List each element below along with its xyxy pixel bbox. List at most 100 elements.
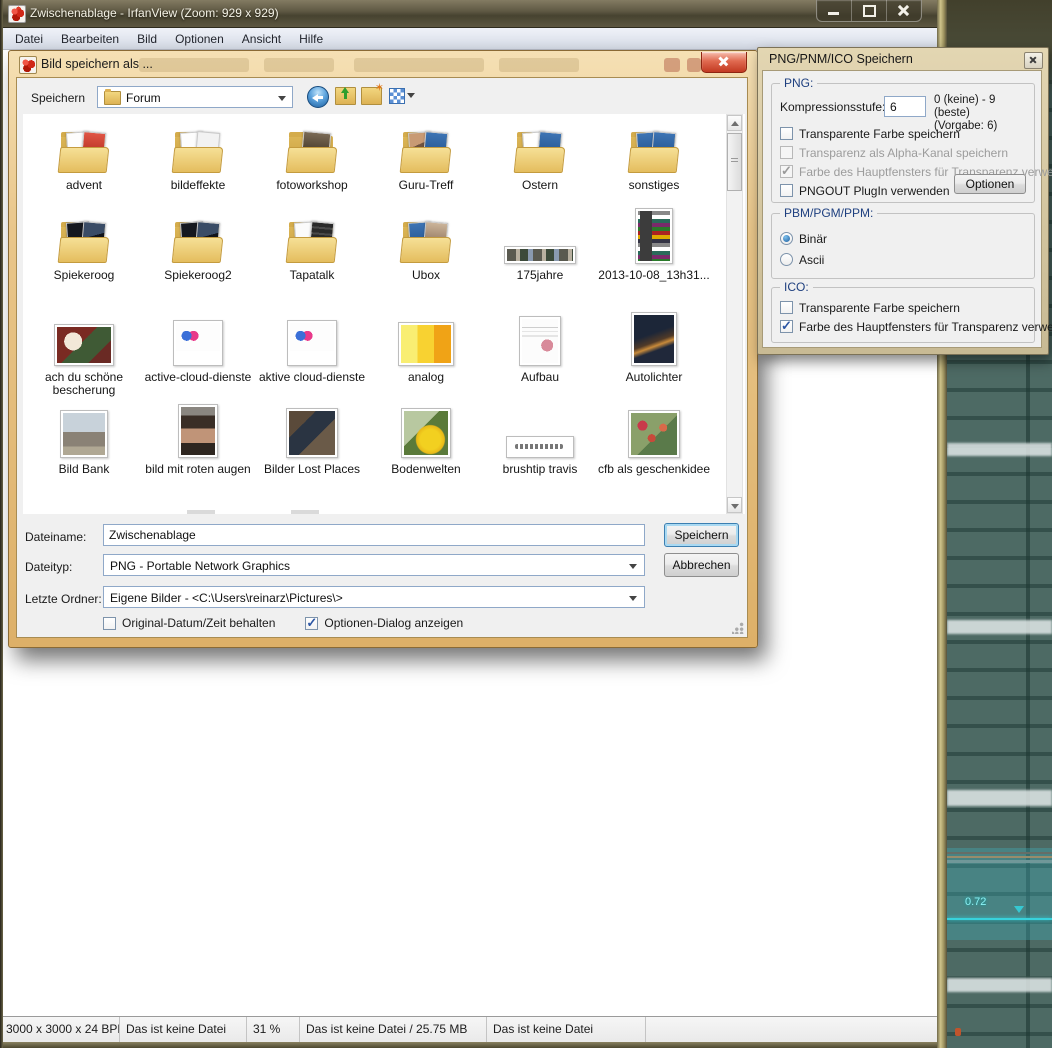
cancel-button[interactable]: Abbrechen: [664, 553, 739, 577]
window-border: [0, 0, 3, 1048]
file-name: advent: [27, 179, 141, 192]
group-label: ICO:: [780, 280, 813, 294]
scroll-down-button[interactable]: [727, 497, 742, 513]
file-item[interactable]: Aufbau: [483, 316, 597, 397]
file-item[interactable]: Autolichter: [597, 316, 711, 397]
save-option-checkbox[interactable]: Original-Datum/Zeit behalten: [103, 616, 275, 630]
unchecked-checkbox-icon[interactable]: [103, 617, 116, 630]
minimize-button[interactable]: [817, 0, 852, 21]
file-row: ach du schöne bescherungactive-cloud-die…: [27, 316, 711, 397]
filename-input[interactable]: Zwischenablage: [103, 524, 645, 546]
window-titlebar[interactable]: Zwischenablage - IrfanView (Zoom: 929 x …: [0, 0, 937, 28]
selected-radio-icon[interactable]: [780, 232, 793, 245]
checkbox-label: Optionen-Dialog anzeigen: [324, 616, 463, 630]
file-item[interactable]: analog: [369, 316, 483, 397]
checkbox-label: Transparenz als Alpha-Kanal speichern: [799, 146, 1008, 160]
file-item[interactable]: bild mit roten augen: [141, 408, 255, 476]
radio-label: Ascii: [799, 253, 824, 267]
menu-item-bearbeiten[interactable]: Bearbeiten: [52, 29, 128, 49]
radio-ascii[interactable]: Ascii: [780, 249, 827, 270]
folder-combobox[interactable]: Forum: [97, 86, 293, 108]
unchecked-checkbox-icon[interactable]: [780, 127, 793, 140]
compression-row: Kompressionsstufe: 6 0 (keine) - 9 (best…: [780, 96, 1026, 118]
menu-item-bild[interactable]: Bild: [128, 29, 166, 49]
file-item[interactable]: aktive cloud-dienste: [255, 316, 369, 397]
file-item[interactable]: Bilder Lost Places: [255, 408, 369, 476]
dialog-close-button[interactable]: [701, 52, 747, 73]
group-label: PNG:: [780, 76, 817, 90]
back-button[interactable]: [307, 86, 329, 108]
file-item[interactable]: Bild Bank: [27, 408, 141, 476]
file-name: Ubox: [369, 269, 483, 282]
unchecked-checkbox-icon: [780, 146, 793, 159]
file-item[interactable]: active-cloud-dienste: [141, 316, 255, 397]
folder-item[interactable]: Ubox: [369, 208, 483, 282]
radio-label: Binär: [799, 232, 827, 246]
dialog-close-button[interactable]: [1024, 52, 1043, 69]
folder-item[interactable]: bildeffekte: [141, 118, 255, 192]
folder-item[interactable]: sonstiges: [597, 118, 711, 192]
thumb-palette-icon: [635, 208, 673, 264]
file-name: fotoworkshop: [255, 179, 369, 192]
scroll-up-button[interactable]: [727, 115, 742, 131]
file-name: Spiekeroog: [27, 269, 141, 282]
current-folder: Forum: [126, 91, 161, 105]
png-options-dialog: PNG/PNM/ICO Speichern PNG: Kompressionss…: [757, 47, 1049, 355]
vertical-scrollbar[interactable]: [726, 114, 743, 514]
folder-psd-red-icon: [58, 128, 110, 174]
save-options-checkboxes: Original-Datum/Zeit behalten Optionen-Dia…: [103, 616, 463, 630]
save-button[interactable]: Speichern: [664, 523, 739, 547]
folder-item[interactable]: Tapatalk: [255, 208, 369, 282]
compression-input[interactable]: 6: [884, 96, 926, 117]
file-item[interactable]: 2013-10-08_13h31...: [597, 208, 711, 282]
pngout-options-button[interactable]: Optionen: [954, 174, 1026, 194]
folder-item[interactable]: Ostern: [483, 118, 597, 192]
file-item[interactable]: Bodenwelten: [369, 408, 483, 476]
folder-item[interactable]: Guru-Treff: [369, 118, 483, 192]
menu-item-datei[interactable]: Datei: [6, 29, 52, 49]
folder-item[interactable]: Spiekeroog: [27, 208, 141, 282]
resize-grip[interactable]: [732, 622, 744, 634]
file-item[interactable]: ach du schöne bescherung: [27, 316, 141, 397]
folder-item[interactable]: fotoworkshop: [255, 118, 369, 192]
checkbox-label: Farbe des Hauptfensters für Transparenz …: [799, 320, 1052, 334]
unchecked-checkbox-icon[interactable]: [780, 301, 793, 314]
ghost-toolbar-icons: [139, 58, 249, 72]
new-folder-button[interactable]: [361, 87, 382, 105]
recent-folders-combobox[interactable]: Eigene Bilder - <C:\Users\reinarz\Pictur…: [103, 586, 645, 608]
file-item[interactable]: 175jahre: [483, 208, 597, 282]
wall-light-band: [947, 790, 1052, 806]
close-button[interactable]: [887, 0, 921, 21]
up-one-level-button[interactable]: [335, 87, 356, 105]
radio-icon[interactable]: [780, 253, 793, 266]
checkbox-label: Transparente Farbe speichern: [799, 301, 960, 315]
thumb-sunflower-icon: [401, 408, 451, 458]
triangle-down-icon: [731, 504, 739, 509]
menu-item-optionen[interactable]: Optionen: [166, 29, 233, 49]
statusbar-cell: Das ist keine Datei / 25.75 MB: [300, 1017, 487, 1043]
maximize-button[interactable]: [852, 0, 887, 21]
checked-checkbox-icon[interactable]: [780, 320, 793, 333]
checkbox-label: Original-Datum/Zeit behalten: [122, 616, 275, 630]
folder-psd-blue-icon: [400, 128, 452, 174]
thumb-script-icon: [506, 436, 574, 458]
file-name: Bild Bank: [27, 463, 141, 476]
png-checkbox[interactable]: Transparente Farbe speichern: [780, 124, 1026, 143]
file-item[interactable]: brushtip travis: [483, 408, 597, 476]
ico-checkbox[interactable]: Farbe des Hauptfensters für Transparenz …: [780, 317, 1026, 336]
view-menu-button[interactable]: [389, 87, 419, 103]
checked-checkbox-icon[interactable]: [305, 617, 318, 630]
file-item[interactable]: cfb als geschenkidee: [597, 408, 711, 476]
unchecked-checkbox-icon[interactable]: [780, 184, 793, 197]
ico-checkbox[interactable]: Transparente Farbe speichern: [780, 298, 1026, 317]
folder-item[interactable]: advent: [27, 118, 141, 192]
filetype-combobox[interactable]: PNG - Portable Network Graphics: [103, 554, 645, 576]
menu-item-ansicht[interactable]: Ansicht: [233, 29, 290, 49]
scrollbar-thumb[interactable]: [727, 133, 742, 191]
radio-binär[interactable]: Binär: [780, 228, 827, 249]
save-option-checkbox[interactable]: Optionen-Dialog anzeigen: [305, 616, 463, 630]
menu-item-hilfe[interactable]: Hilfe: [290, 29, 332, 49]
folder-item[interactable]: Spiekeroog2: [141, 208, 255, 282]
window-border: [0, 1042, 937, 1048]
ghost-toolbar-icons: [687, 58, 701, 72]
